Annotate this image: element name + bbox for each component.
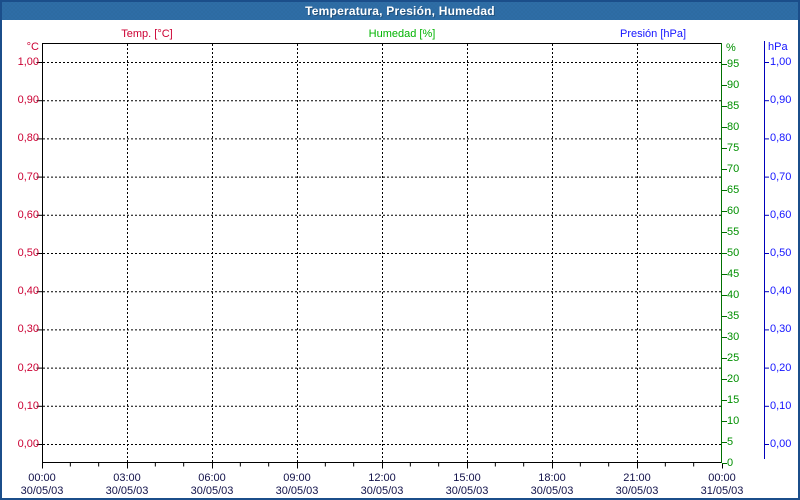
- humidity-tick-label: 75: [727, 142, 740, 154]
- humidity-tick-label: 70: [727, 163, 740, 175]
- pressure-tick-label: 0,60: [770, 208, 792, 221]
- pressure-tick-label: 0,90: [770, 94, 792, 107]
- humidity-tick-label: 10: [727, 415, 740, 427]
- humidity-tick-label: 20: [727, 373, 740, 385]
- pressure-tick-label: 0,40: [770, 285, 792, 298]
- weather-chart-window: Temperatura, Presión, Humedad Temp. [°C]…: [0, 0, 800, 500]
- time-tick-label: 00:00: [708, 472, 736, 484]
- pressure-tick-label: 0,70: [770, 170, 792, 183]
- date-tick-label: 30/05/03: [275, 485, 319, 497]
- temp-tick-label: 0,50: [17, 247, 39, 259]
- humidity-tick-label: 0: [727, 457, 734, 469]
- humidity-tick-label: 90: [727, 79, 740, 91]
- time-tick-label: 21:00: [623, 472, 651, 484]
- temp-tick-label: 1,00: [17, 56, 39, 68]
- temp-tick-label: 0,60: [17, 208, 39, 221]
- humidity-tick-label: 85: [727, 100, 740, 112]
- humidity-tick-label: 40: [727, 289, 740, 301]
- humidity-tick-label: 35: [727, 310, 740, 322]
- humidity-tick-label: 25: [727, 352, 740, 364]
- date-tick-label: 30/05/03: [20, 485, 64, 497]
- humidity-tick-label: 60: [727, 205, 740, 217]
- temp-tick-label: 0,30: [17, 323, 39, 336]
- date-tick-label: 30/05/03: [445, 485, 489, 497]
- temp-tick-label: 0,80: [17, 132, 39, 145]
- humidity-tick-label: 95: [727, 58, 740, 70]
- humidity-tick-label: 55: [727, 226, 740, 238]
- pressure-tick-label: 0,20: [770, 361, 792, 374]
- temp-tick-label: 0,10: [17, 399, 39, 412]
- time-tick-label: 03:00: [113, 472, 141, 484]
- plot-grid: [36, 41, 769, 469]
- date-tick-label: 30/05/03: [360, 485, 404, 497]
- pressure-tick-label: 0,30: [770, 323, 792, 336]
- temp-tick-label: 0,20: [17, 361, 39, 374]
- time-tick-label: 00:00: [28, 472, 56, 484]
- time-tick-label: 06:00: [198, 472, 226, 484]
- time-tick-label: 09:00: [283, 472, 311, 484]
- date-tick-label: 31/05/03: [700, 485, 744, 497]
- humidity-tick-label: 65: [727, 184, 740, 196]
- time-tick-label: 18:00: [538, 472, 566, 484]
- date-tick-label: 30/05/03: [105, 485, 149, 497]
- humidity-tick-label: 30: [727, 331, 740, 343]
- temp-tick-label: 0,90: [17, 94, 39, 107]
- date-tick-label: 30/05/03: [190, 485, 234, 497]
- pressure-tick-label: 0,50: [770, 247, 792, 259]
- pressure-tick-label: 0,80: [770, 132, 792, 145]
- temp-tick-label: 0,40: [17, 285, 39, 298]
- temp-tick-label: 0,70: [17, 170, 39, 183]
- humidity-tick-label: 5: [727, 436, 734, 448]
- humidity-tick-label: 45: [727, 268, 740, 280]
- date-tick-label: 30/05/03: [530, 485, 574, 497]
- pressure-tick-label: 0,00: [770, 438, 792, 450]
- pressure-tick-label: 0,10: [770, 399, 792, 412]
- humidity-tick-label: 80: [727, 121, 740, 133]
- date-tick-label: 30/05/03: [615, 485, 659, 497]
- pressure-tick-label: 1,00: [770, 56, 792, 68]
- humidity-tick-label: 50: [727, 247, 740, 259]
- humidity-tick-label: 15: [727, 394, 740, 406]
- time-tick-label: 15:00: [453, 472, 481, 484]
- temp-tick-label: 0,00: [17, 438, 39, 450]
- time-tick-label: 12:00: [368, 472, 396, 484]
